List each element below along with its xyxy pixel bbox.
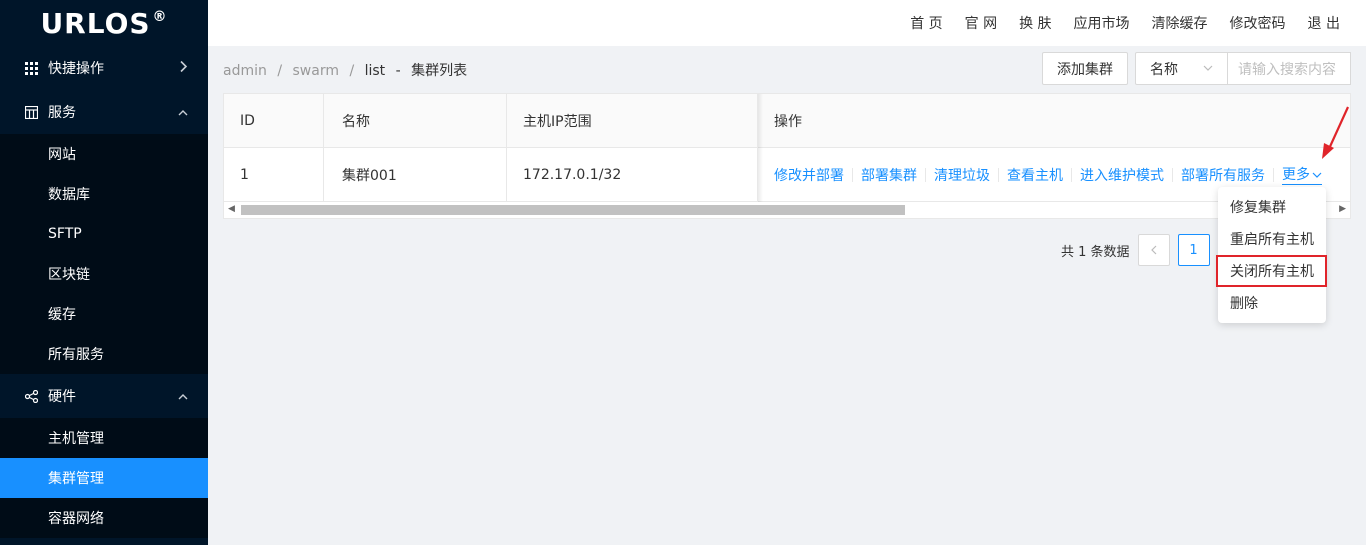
scroll-left-icon[interactable]: ◀ (228, 204, 235, 214)
menu-item-delete[interactable]: 删除 (1218, 287, 1326, 319)
divider (998, 167, 999, 182)
chevron-up-icon (178, 105, 188, 119)
breadcrumb-separator: - (395, 63, 401, 79)
more-dropdown-menu: 修复集群 重启所有主机 关闭所有主机 删除 (1216, 187, 1327, 323)
breadcrumb-item[interactable]: swarm (293, 63, 339, 79)
menu-item-repair-cluster[interactable]: 修复集群 (1218, 191, 1326, 223)
cell-ip-range: 172.17.0.1/32 (507, 148, 758, 201)
pagination-total: 共 1 条数据 (1061, 244, 1130, 260)
search-field-select[interactable]: 名称 (1135, 52, 1228, 85)
action-deploy-all-services[interactable]: 部署所有服务 (1181, 165, 1265, 185)
table-row: 1 集群001 172.17.0.1/32 修改并部署 部署集群 清理垃圾 查看… (224, 148, 1350, 202)
cell-id: 1 (224, 148, 324, 201)
sidebar-item-cache[interactable]: 缓存 (0, 294, 208, 334)
share-icon (24, 389, 38, 403)
scroll-thumb[interactable] (241, 205, 905, 215)
nav-app-market[interactable]: 应用市场 (1074, 13, 1130, 33)
toolbar: 添加集群 名称 请输入搜索内容 (1042, 52, 1351, 85)
divider (1071, 167, 1072, 182)
column-header-id: ID (224, 94, 324, 147)
cell-name: 集群001 (324, 148, 507, 201)
nav-logout[interactable]: 退 出 (1308, 13, 1340, 33)
nav-home[interactable]: 首 页 (910, 13, 942, 33)
breadcrumb-item: list (364, 63, 386, 79)
sidebar-item-container-network[interactable]: 容器网络 (0, 498, 208, 538)
sidebar-group-label: 服务 (48, 105, 76, 121)
breadcrumb: admin / swarm / list - 集群列表 (223, 60, 473, 80)
annotation-arrow-icon (1322, 106, 1350, 159)
menu-item-shutdown-all-hosts[interactable]: 关闭所有主机 (1216, 255, 1327, 287)
action-clean-garbage[interactable]: 清理垃圾 (934, 165, 990, 185)
cluster-table: ID 名称 主机IP范围 操作 1 集群001 172.17.0.1/32 修改… (223, 93, 1351, 219)
nav-skin[interactable]: 换 肤 (1019, 13, 1051, 33)
breadcrumb-item[interactable]: admin (223, 63, 267, 79)
nav-change-password[interactable]: 修改密码 (1230, 13, 1286, 33)
more-dropdown-trigger[interactable]: 更多 (1282, 164, 1322, 185)
sidebar-item-sftp[interactable]: SFTP (0, 214, 208, 254)
fixed-column-shadow (758, 94, 763, 202)
column-header-name: 名称 (324, 94, 507, 147)
scroll-right-icon[interactable]: ▶ (1339, 204, 1346, 214)
chevron-up-icon (178, 389, 188, 403)
chevron-left-icon (1150, 245, 1156, 255)
add-cluster-button[interactable]: 添加集群 (1042, 52, 1128, 85)
menu-item-restart-all-hosts[interactable]: 重启所有主机 (1218, 223, 1326, 255)
divider (1172, 167, 1173, 182)
pagination: 共 1 条数据 1 (1061, 234, 1218, 266)
registered-mark: ® (152, 9, 168, 25)
horizontal-scrollbar[interactable]: ◀ ▶ (224, 202, 1350, 219)
nav-official-site[interactable]: 官 网 (965, 13, 997, 33)
prev-page-button[interactable] (1137, 234, 1170, 266)
action-maintenance-mode[interactable]: 进入维护模式 (1080, 165, 1164, 185)
breadcrumb-separator: / (349, 63, 355, 79)
sidebar: URLOS ® 快捷操作 服务 网站 数据库 SFTP 区块链 缓存 所有服务 硬… (0, 0, 208, 545)
sidebar-item-all-services[interactable]: 所有服务 (0, 334, 208, 374)
divider (852, 167, 853, 182)
page-button[interactable]: 1 (1177, 234, 1210, 266)
sidebar-item-database[interactable]: 数据库 (0, 174, 208, 214)
sidebar-group-services[interactable]: 服务 (0, 90, 208, 134)
sidebar-group-label: 硬件 (48, 389, 76, 405)
table-header-row: ID 名称 主机IP范围 操作 (224, 94, 1350, 148)
sidebar-item-blockchain[interactable]: 区块链 (0, 254, 208, 294)
grid-icon (24, 61, 38, 75)
column-header-actions: 操作 (774, 113, 802, 130)
action-deploy-cluster[interactable]: 部署集群 (861, 165, 917, 185)
divider (1273, 167, 1274, 182)
top-header: 首 页 官 网 换 肤 应用市场 清除缓存 修改密码 退 出 (208, 0, 1366, 46)
logo-text: URLOS (40, 6, 151, 40)
page-title: 集群列表 (411, 63, 468, 79)
nav-clear-cache[interactable]: 清除缓存 (1152, 13, 1208, 33)
hardware-submenu: 主机管理 集群管理 容器网络 (0, 418, 208, 538)
logo[interactable]: URLOS ® (0, 0, 208, 46)
action-view-hosts[interactable]: 查看主机 (1007, 165, 1063, 185)
sidebar-group-quick-actions[interactable]: 快捷操作 (0, 46, 208, 90)
sidebar-group-hardware[interactable]: 硬件 (0, 374, 208, 418)
column-header-ip-range: 主机IP范围 (507, 94, 758, 147)
window-icon (24, 105, 38, 119)
search-input[interactable]: 请输入搜索内容 (1228, 52, 1351, 85)
select-value: 名称 (1150, 61, 1178, 78)
chevron-right-icon (180, 60, 188, 76)
chevron-down-icon (1310, 167, 1322, 183)
breadcrumb-separator: / (277, 63, 283, 79)
chevron-down-icon (1203, 63, 1213, 74)
sidebar-item-website[interactable]: 网站 (0, 134, 208, 174)
sidebar-group-label: 快捷操作 (48, 61, 104, 77)
sidebar-item-host-management[interactable]: 主机管理 (0, 418, 208, 458)
more-label: 更多 (1282, 167, 1310, 183)
action-modify-deploy[interactable]: 修改并部署 (774, 165, 844, 185)
services-submenu: 网站 数据库 SFTP 区块链 缓存 所有服务 (0, 134, 208, 374)
sidebar-item-cluster-management[interactable]: 集群管理 (0, 458, 208, 498)
divider (925, 167, 926, 182)
